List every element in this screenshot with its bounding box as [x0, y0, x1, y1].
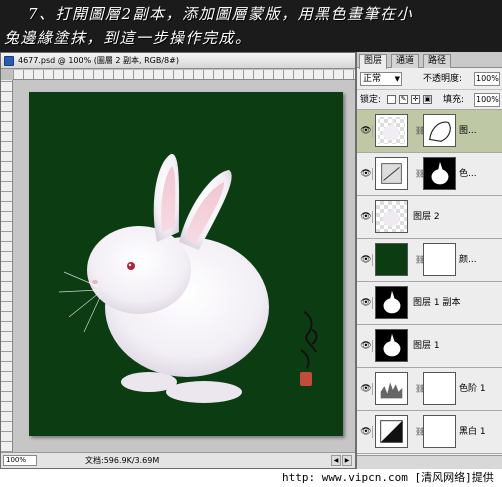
lock-pixels-icon[interactable]: ✎ [399, 95, 408, 104]
fill-label: 填充: [443, 95, 465, 105]
layer-row[interactable]: 👁 图层 1 副本 [357, 282, 502, 325]
horizontal-ruler [13, 70, 355, 80]
layer-row[interactable]: 👁 ⛓ 黑白 1 [357, 411, 502, 454]
link-chain-icon: ⛓ [415, 384, 426, 393]
panel-bottom-bar [357, 455, 502, 469]
blend-mode-value: 正常 [363, 74, 382, 84]
eye-icon[interactable]: 👁 [360, 340, 373, 352]
eye-icon[interactable]: 👁 [360, 254, 373, 266]
lock-transparency-icon[interactable] [387, 95, 396, 104]
instruction-banner: 7、打開圖層2副本，添加圖層蒙版，用黑色畫筆在小 兔邊緣塗抹，到這一步操作完成。 [0, 0, 502, 52]
canvas[interactable] [29, 92, 343, 436]
layer-name: 黑白 1 [459, 427, 486, 437]
calligraphy-signature [300, 311, 318, 369]
layer-mask-thumbnail[interactable] [423, 114, 456, 147]
layer-thumbnail[interactable] [375, 114, 408, 147]
chevron-down-icon: ▼ [394, 75, 400, 83]
panel-tabs: 图层 通道 路径 [357, 52, 502, 69]
layer-name: 图层 1 [413, 341, 440, 351]
document-title: 4677.psd @ 100% (圖層 2 副本, RGB/8#) [18, 56, 179, 65]
layer-name: 颜... [459, 255, 477, 265]
layer-thumbnail[interactable] [375, 200, 408, 233]
layer-name: 图层 1 副本 [413, 298, 461, 308]
lock-label: 锁定: [360, 95, 382, 105]
scroll-right-arrow-icon[interactable]: ▶ [342, 455, 352, 466]
black-white-adjustment-thumbnail[interactable] [375, 415, 408, 448]
lock-all-icon[interactable]: ▣ [423, 95, 432, 104]
zoom-field[interactable]: 100% [3, 455, 37, 466]
layer-mask-thumbnail[interactable] [423, 372, 456, 405]
layer-name: 图层 2 [413, 212, 440, 222]
layer-mask-thumbnail[interactable] [423, 157, 456, 190]
opacity-label: 不透明度: [423, 74, 463, 84]
layers-list: 👁 ⛓ 图... 👁 ⛓ 色... 👁 图层 2 👁 ⛓ 颜... 👁 图层 1… [357, 110, 502, 469]
red-seal-stamp [300, 372, 312, 386]
eye-icon[interactable]: 👁 [360, 297, 373, 309]
link-chain-icon: ⛓ [415, 255, 426, 264]
link-chain-icon: ⛓ [415, 169, 426, 178]
link-chain-icon: ⛓ [415, 126, 426, 135]
layer-row[interactable]: 👁 ⛓ 色... [357, 153, 502, 196]
eye-icon[interactable]: 👁 [360, 168, 373, 180]
layer-mask-thumbnail[interactable] [423, 415, 456, 448]
layer-row[interactable]: 👁 ⛓ 图... [357, 110, 502, 153]
tab-channels[interactable]: 通道 [391, 54, 420, 68]
layer-mask-thumbnail[interactable] [423, 243, 456, 276]
scroll-left-arrow-icon[interactable]: ◀ [331, 455, 341, 466]
lock-row: 锁定: ✎ ✛ ▣ 填充: 100% [357, 90, 502, 110]
layer-name: 色... [459, 169, 477, 179]
fill-field[interactable]: 100% [474, 93, 500, 107]
opacity-field[interactable]: 100% [474, 72, 500, 86]
source-credit: http: www.vipcn.com [清风网络]提供 [282, 471, 494, 484]
tab-paths[interactable]: 路径 [423, 54, 452, 68]
document-status-bar: 100% 文档:596.9K/3.69M ◀ ▶ [1, 452, 355, 468]
eye-icon[interactable]: 👁 [360, 426, 373, 438]
layer-name: 色阶 1 [459, 384, 486, 394]
layer-row[interactable]: 👁 图层 1 [357, 325, 502, 368]
vertical-ruler [1, 80, 13, 452]
layer-thumbnail[interactable] [375, 329, 408, 362]
blend-mode-select[interactable]: 正常 ▼ [360, 72, 402, 86]
layer-row[interactable]: 👁 ⛓ 颜... [357, 239, 502, 282]
lock-position-icon[interactable]: ✛ [411, 95, 420, 104]
levels-adjustment-thumbnail[interactable] [375, 372, 408, 405]
eye-icon[interactable]: 👁 [360, 211, 373, 223]
document-info[interactable]: 文档:596.9K/3.69M [85, 453, 159, 468]
instruction-line-2: 兔邊緣塗抹，到這一步操作完成。 [4, 29, 252, 47]
rabbit-image [58, 153, 318, 403]
canvas-area[interactable] [13, 80, 355, 452]
fill-layer-thumbnail[interactable] [375, 243, 408, 276]
layer-options-row: 正常 ▼ 不透明度: 100% [357, 68, 502, 90]
layer-row[interactable]: 👁 图层 2 [357, 196, 502, 239]
adjustment-layer-thumbnail[interactable] [375, 157, 408, 190]
layer-name: 图... [459, 126, 477, 136]
link-chain-icon: ⛓ [415, 427, 426, 436]
eye-icon[interactable]: 👁 [360, 125, 373, 137]
instruction-line-1: 7、打開圖層2副本，添加圖層蒙版，用黑色畫筆在小 [28, 5, 414, 23]
layers-panel: 图层 通道 路径 正常 ▼ 不透明度: 100% 锁定: ✎ ✛ ▣ 填充: 1… [356, 52, 502, 469]
tab-layers[interactable]: 图层 [359, 54, 388, 69]
layer-row[interactable]: 👁 ⛓ 色阶 1 [357, 368, 502, 411]
layer-thumbnail[interactable] [375, 286, 408, 319]
document-titlebar[interactable]: 4677.psd @ 100% (圖層 2 副本, RGB/8#) [1, 53, 355, 69]
document-window: 4677.psd @ 100% (圖層 2 副本, RGB/8#) 100% 文… [0, 52, 356, 469]
eye-icon[interactable]: 👁 [360, 383, 373, 395]
photoshop-document-icon [4, 56, 14, 66]
